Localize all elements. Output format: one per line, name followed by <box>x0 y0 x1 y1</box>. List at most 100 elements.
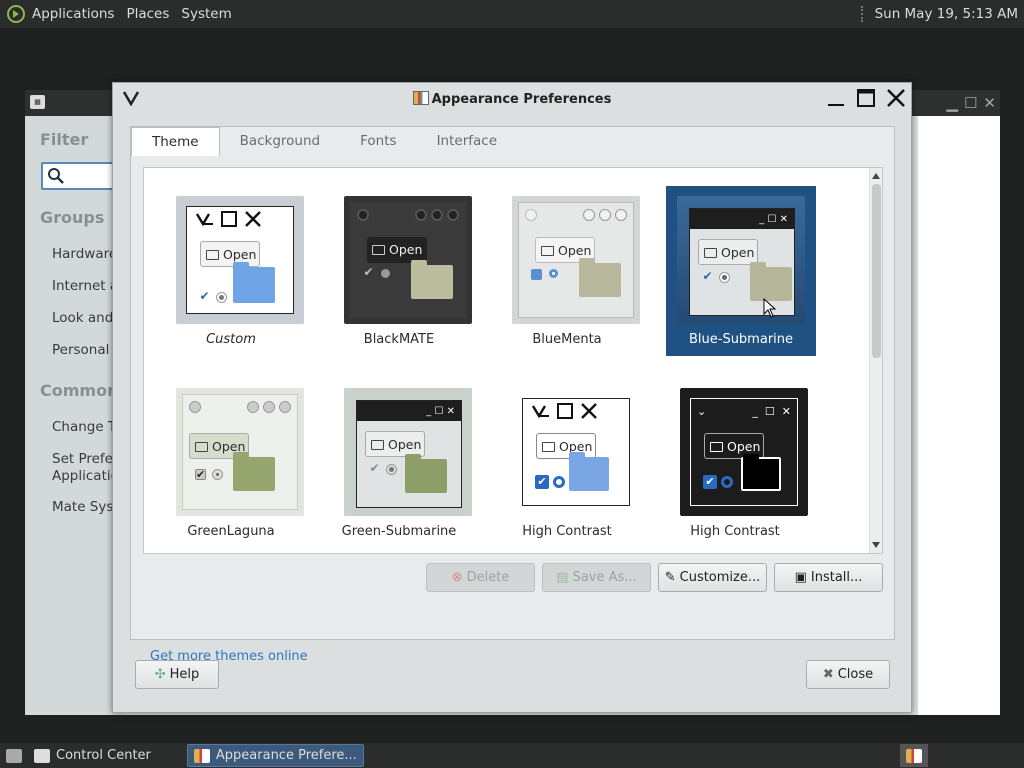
folder-icon <box>195 442 208 452</box>
theme-item-bluementa[interactable]: Open BlueMenta <box>492 186 642 356</box>
theme-list[interactable]: Open ✔ Custom Open ✔ BlackMATE Open Blue… <box>143 167 883 554</box>
common-item[interactable]: Set Prefer <box>52 451 119 467</box>
theme-preview: _ ☐ ✕ Open ✔ <box>344 388 472 516</box>
maximize-icon[interactable]: ☐ <box>964 94 977 112</box>
folder-open-icon <box>206 250 219 260</box>
menu-places[interactable]: Places <box>126 6 169 22</box>
close-icon[interactable]: ✕ <box>983 94 996 112</box>
preview-open-button: Open <box>536 433 596 459</box>
common-item[interactable]: Applicatio <box>52 468 119 484</box>
taskbar-item-control-center[interactable]: Control Center <box>28 744 157 767</box>
taskbar-item-appearance[interactable]: Appearance Prefere... <box>186 744 364 767</box>
control-center-icon <box>34 748 50 763</box>
close-button[interactable]: ✖ Close <box>806 660 890 689</box>
scroll-up-icon[interactable] <box>872 173 880 179</box>
control-center-window-buttons: ▁ ☐ ✕ <box>946 94 996 112</box>
install-button[interactable]: ▣ Install... <box>774 563 883 592</box>
save-as-button[interactable]: ▤ Save As... <box>542 563 651 592</box>
preview-open-label: Open <box>223 247 257 262</box>
appearance-icon <box>193 748 210 763</box>
radio-icon <box>387 465 396 474</box>
theme-item-high-contrast[interactable]: Open ✔ High Contrast <box>492 378 642 548</box>
help-button[interactable]: ✣ Help <box>135 660 219 689</box>
tab-theme[interactable]: Theme <box>131 127 220 156</box>
folder-icon <box>233 452 275 491</box>
tab-interface[interactable]: Interface <box>417 127 517 155</box>
checkbox-icon: ✔ <box>369 461 380 475</box>
preview-open-button: Open <box>200 241 260 267</box>
group-item[interactable]: Look and <box>52 310 113 326</box>
folder-icon <box>411 260 453 299</box>
checkbox-icon: ✔ <box>199 289 210 303</box>
control-center-content <box>918 116 1000 715</box>
theme-preview: Open ✔ <box>344 196 472 324</box>
radio-icon <box>213 470 222 479</box>
minimize-icon[interactable] <box>825 87 847 109</box>
folder-icon <box>704 248 717 258</box>
checkbox-icon: ✔ <box>535 475 549 489</box>
radio-icon <box>217 293 226 302</box>
theme-preview: ⌄ _ ☐ ✕ Open ✔ <box>680 388 808 516</box>
group-item[interactable]: Personal <box>52 342 109 358</box>
filter-title: Filter <box>40 130 89 149</box>
group-item[interactable]: Internet a <box>52 278 118 294</box>
theme-label: High Contrast <box>522 524 612 539</box>
clock[interactable]: Sun May 19, 5:13 AM <box>875 6 1018 22</box>
theme-item-high-contrast-inverse[interactable]: ⌄ _ ☐ ✕ Open ✔ High Contrast <box>660 378 810 548</box>
theme-item-green-submarine[interactable]: _ ☐ ✕ Open ✔ Green-Submarine <box>324 378 474 548</box>
scroll-down-icon[interactable] <box>872 542 880 548</box>
appearance-icon <box>412 91 429 105</box>
maximize-icon[interactable] <box>855 87 877 109</box>
theme-list-scrollbar[interactable] <box>869 168 882 553</box>
radio-icon <box>553 476 565 488</box>
checkbox-icon: ✔ <box>703 475 717 489</box>
help-icon: ✣ <box>154 667 166 682</box>
preview-window: Open ✔ <box>186 206 294 314</box>
menu-system[interactable]: System <box>181 6 231 22</box>
theme-item-blue-submarine[interactable]: _ ☐ ✕ Open ✔ Blue-Submarine <box>666 186 816 356</box>
tab-background[interactable]: Background <box>220 127 341 155</box>
folder-icon <box>405 454 447 493</box>
preview-window: Open ✔ <box>350 202 466 318</box>
menu-applications[interactable]: Applications <box>32 6 114 22</box>
scroll-thumb[interactable] <box>872 184 881 358</box>
preview-titlebar <box>183 395 297 419</box>
theme-label: BlueMenta <box>532 332 602 347</box>
tab-bar: Theme Background Fonts Interface <box>131 127 517 156</box>
workspace-switcher[interactable] <box>900 744 928 767</box>
radio-icon <box>721 476 733 488</box>
preview-open-label: Open <box>389 242 423 257</box>
minimize-icon[interactable]: ▁ <box>946 94 958 112</box>
folder-icon <box>233 262 275 303</box>
theme-label: BlackMATE <box>363 332 435 347</box>
checkbox-icon: ✔ <box>363 265 374 279</box>
theme-preview: Open <box>512 196 640 324</box>
radio-icon <box>549 269 558 278</box>
save-icon: ▤ <box>556 570 569 585</box>
close-icon[interactable] <box>885 87 907 109</box>
folder-icon <box>541 246 554 256</box>
dialog-title: Appearance Preferences <box>113 91 911 107</box>
radio-icon <box>720 273 729 282</box>
radio-icon <box>381 269 390 278</box>
preview-open-label: Open <box>721 245 755 260</box>
preview-open-button: Open <box>698 239 758 265</box>
group-item[interactable]: Hardware <box>52 246 117 262</box>
groups-title: Groups <box>40 208 105 227</box>
close-icon: ✖ <box>822 667 834 682</box>
theme-item-blackmate[interactable]: Open ✔ BlackMATE <box>324 186 474 356</box>
mate-logo-icon[interactable] <box>6 4 26 24</box>
dialog-titlebar: Appearance Preferences <box>113 83 911 115</box>
desktop-icon <box>6 748 22 763</box>
control-center-icon: ▦ <box>30 95 45 109</box>
preview-open-label: Open <box>388 437 422 452</box>
delete-button[interactable]: ⊗ Delete <box>426 563 535 592</box>
customize-button[interactable]: ✎ Customize... <box>658 563 767 592</box>
folder-open-icon <box>710 442 723 452</box>
theme-item-greenlaguna[interactable]: Open ✔ GreenLaguna <box>156 378 306 548</box>
theme-label: Custom <box>206 332 256 347</box>
checkbox-icon <box>531 269 542 280</box>
tab-fonts[interactable]: Fonts <box>340 127 416 155</box>
show-desktop-button[interactable] <box>0 744 28 767</box>
theme-item-custom[interactable]: Open ✔ Custom <box>156 186 306 356</box>
